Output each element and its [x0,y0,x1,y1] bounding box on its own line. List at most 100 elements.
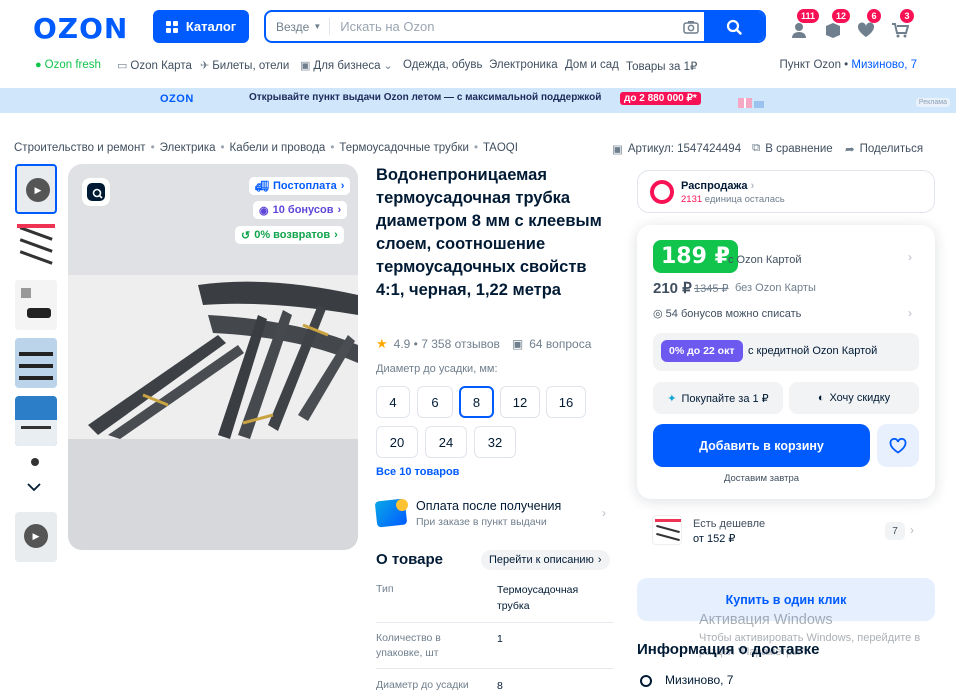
product-rating[interactable]: ★ 4.9 • 7 358 отзывов ▣ 64 вопроса [376,336,591,352]
ozon-logo[interactable]: OZON [33,12,128,45]
thumbnail-list: ▶ ▶ [15,164,58,570]
credit-pill: 0% до 22 окт [661,340,743,362]
nav-label: Ozon Карта [130,59,192,72]
diameter-option-4[interactable]: 4 [376,386,410,418]
thumbnail-video[interactable]: ▶ [15,512,57,562]
catalog-button[interactable]: Каталог [153,10,249,43]
question-icon: ▣ [511,337,524,351]
bonus-line[interactable]: ◎ 54 бонусов можно списать [653,307,801,320]
nav-label: Билеты, отели [212,59,290,72]
sale-count-suffix: единица осталась [704,194,785,205]
diameter-option-6[interactable]: 6 [417,386,453,418]
discount-icon: ◐ [817,392,825,404]
bonus-badge[interactable]: ◉ 10 бонусов › [253,201,348,219]
chevron-down-icon[interactable] [26,479,42,495]
breadcrumb-item[interactable]: Кабели и провода [230,142,326,154]
thumbnail[interactable] [15,280,57,330]
delivery-info-title: Информация о доставке [637,641,820,658]
nav-home[interactable]: Дом и сад [565,59,619,71]
diameter-option-8[interactable]: 8 [459,386,494,418]
questions-label[interactable]: 64 вопроса [529,337,591,351]
buy-for-1-button[interactable]: ✦ Покупайте за 1 ₽ [653,382,783,414]
image-search-icon[interactable] [82,178,110,206]
spec-key: Тип [376,583,394,595]
diameter-option-24[interactable]: 24 [425,426,467,458]
chevron-down-icon: ⌄ [383,60,393,72]
banner-price: до 2 880 000 ₽* [620,92,701,105]
sale-title: Распродажа › [681,180,754,192]
ozon-card-price: 189 ₽ [653,240,738,273]
cart-badge: 3 [900,9,914,23]
breadcrumb-item[interactable]: Термоусадочные трубки [339,142,469,154]
chevron-right-icon: › [597,554,602,566]
spec-divider [376,668,614,669]
product-main-image[interactable] [68,164,358,550]
ad-banner[interactable]: OZON Открывайте пункт выдачи Ozon летом … [0,88,956,113]
diameter-option-20[interactable]: 20 [376,426,418,458]
play-icon: ▶ [26,178,50,202]
chevron-right-icon[interactable]: › [908,250,912,264]
search-scope-select[interactable]: Везде ▼ [266,18,331,35]
thumbnail[interactable] [15,396,57,446]
diameter-option-32[interactable]: 32 [474,426,516,458]
location-pin-icon [640,675,652,687]
rating-label: 4.9 • 7 358 отзывов [393,337,500,351]
breadcrumb-separator: • [220,142,225,154]
want-discount-button[interactable]: ◐ Хочу скидку [789,382,919,414]
nav-business[interactable]: ▣ Для бизнеса ⌄ [300,59,393,73]
postpay-badge[interactable]: 🚚︎ Постоплата › [249,177,351,195]
spec-value: Термоусадочная трубка [497,584,579,612]
go-to-description-button[interactable]: Перейти к описанию › [481,550,610,570]
nav-ozon-card[interactable]: ▭ Ozon Карта [117,59,192,73]
thumbnail[interactable] [15,222,57,272]
regular-price-label: без Ozon Карты [735,282,816,294]
product-photo [68,275,358,439]
thumbnail[interactable] [15,338,57,388]
buy-for-1-label: Покупайте за 1 ₽ [681,392,769,405]
article-label: Артикул: 1547424494 [627,143,742,155]
breadcrumb-item[interactable]: Электрика [160,142,216,154]
chevron-right-icon[interactable]: › [908,306,912,320]
nav-one-ruble[interactable]: Товары за 1₽ [626,59,697,73]
camera-icon[interactable] [678,20,704,34]
chevron-right-icon: › [334,229,338,241]
search-bar: Везде ▼ [264,10,766,43]
pickup-point[interactable]: Пункт Ozon • Мизиново, 7 [779,59,917,71]
add-to-favorites-button[interactable] [877,424,919,467]
pickup-label: Пункт Ozon • [779,59,849,71]
diameter-option-12[interactable]: 12 [500,386,540,418]
spec-value: 1 [497,633,503,645]
cheaper-price: от 152 ₽ [693,533,736,545]
pill-label: 10 бонусов [272,204,334,216]
image-reflection [68,439,358,550]
nav-label: Для бизнеса [313,59,381,72]
breadcrumb-separator: • [150,142,155,154]
ad-label: Реклама [915,98,950,107]
nav-ozon-fresh[interactable]: ● Ozon fresh [35,59,101,71]
cheaper-count: 7 [885,522,905,540]
add-to-cart-button[interactable]: Добавить в корзину [653,424,870,467]
breadcrumb-item[interactable]: TAOQI [483,142,518,154]
share-button[interactable]: ➦ Поделиться [845,142,923,156]
compare-button[interactable]: ⧉ В сравнение [752,142,833,155]
article-number[interactable]: ▣ Артикул: 1547424494 [612,142,741,156]
nav-clothes[interactable]: Одежда, обувь [403,59,482,71]
compare-icon: ⧉ [752,142,761,154]
thumbnail-video[interactable]: ▶ [15,164,57,214]
product-title: Водонепроницаемая термоусадочная трубка … [376,166,602,299]
pill-label: 0% возвратов [254,229,331,241]
nav-electronics[interactable]: Электроника [489,59,558,71]
search-button[interactable] [704,12,764,41]
search-input[interactable] [330,19,678,34]
bonus-label: 54 бонусов можно списать [665,308,802,320]
truck-icon: 🚚︎ [255,180,269,193]
nav-tickets[interactable]: ✈ Билеты, отели [200,59,290,73]
diameter-option-16[interactable]: 16 [546,386,586,418]
sale-icon [650,180,674,204]
leaf-icon: ● [35,59,42,71]
breadcrumb-item[interactable]: Строительство и ремонт [14,142,146,154]
pay-title: Оплата после получения [416,499,562,513]
card-icon: ▭ [117,60,128,72]
returns-badge[interactable]: ↺ 0% возвратов › [235,226,344,244]
all-products-link[interactable]: Все 10 товаров [376,466,459,478]
